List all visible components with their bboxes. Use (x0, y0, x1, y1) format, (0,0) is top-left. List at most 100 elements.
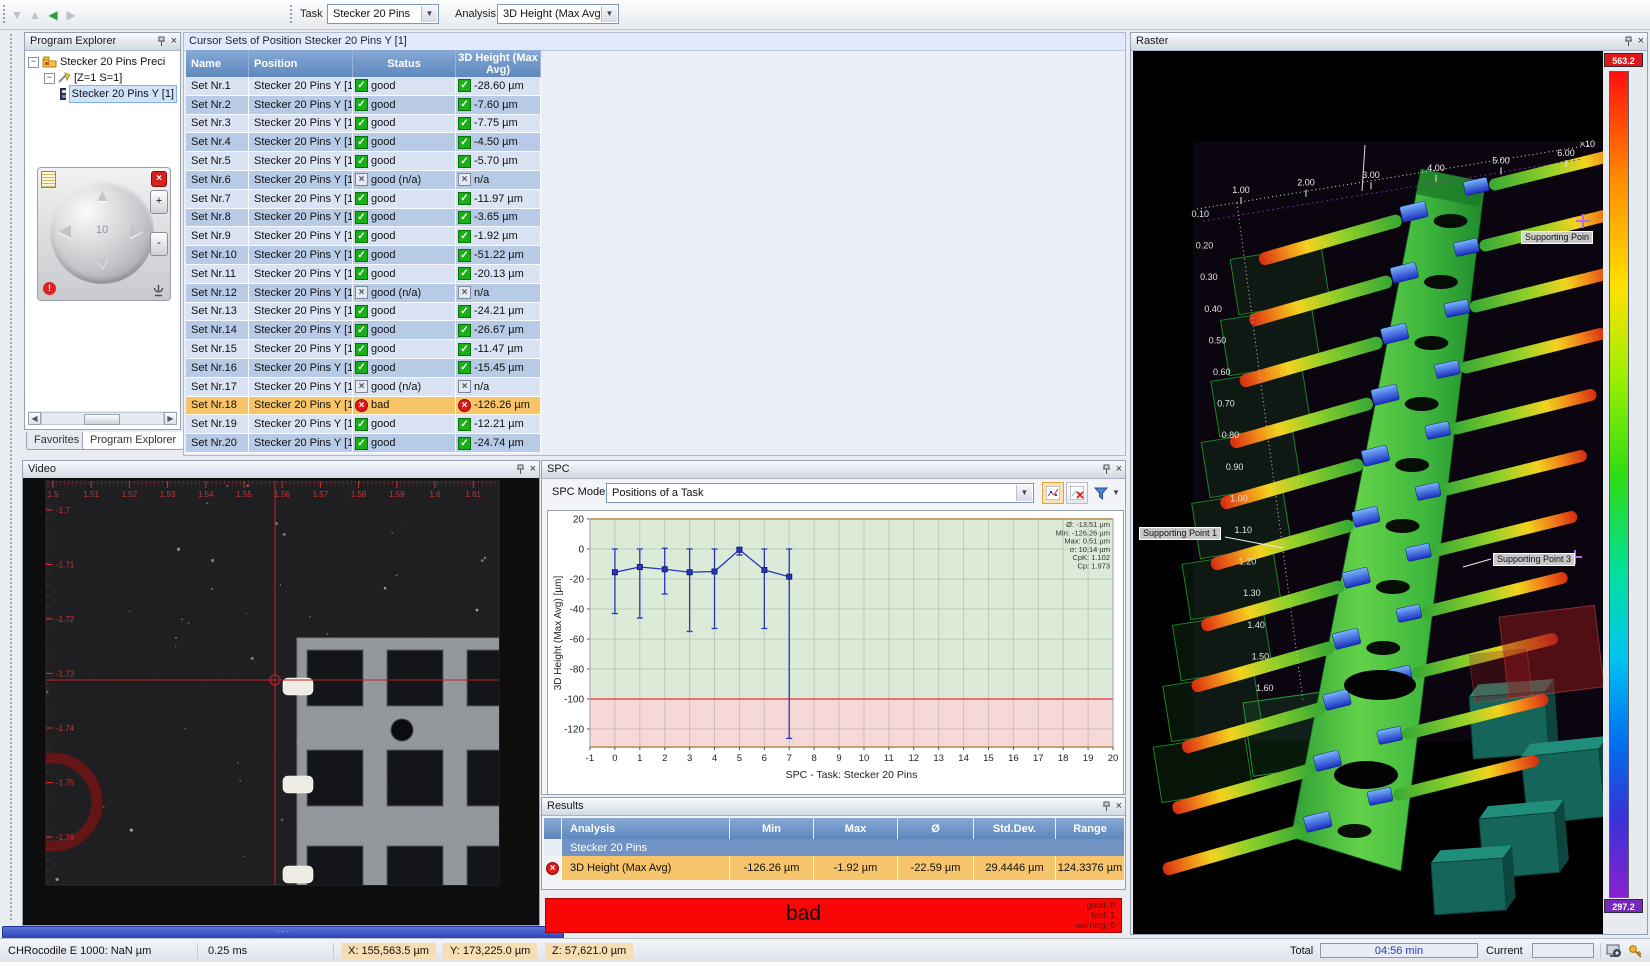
tree-item-program[interactable]: − Stecker 20 Pins Preci (28, 54, 177, 70)
raster-3d-viewport[interactable]: 1.002.003.004.005.006.00×100.100.200.300… (1133, 51, 1603, 934)
pin-icon[interactable] (1102, 801, 1111, 812)
table-row[interactable]: Set Nr.6Stecker 20 Pins Y [1]×good (n/a)… (186, 171, 541, 190)
check-icon: ✓ (355, 249, 368, 262)
table-row[interactable]: Set Nr.4Stecker 20 Pins Y [1]✓good✓-4.50… (186, 133, 541, 152)
close-icon[interactable]: × (1638, 35, 1644, 47)
pin-icon[interactable] (157, 36, 166, 47)
error-icon: × (546, 862, 559, 875)
tab-favorites[interactable]: Favorites (26, 432, 87, 450)
check-icon: ✓ (355, 79, 368, 92)
scroll-thumb[interactable] (84, 414, 120, 425)
table-row[interactable]: Set Nr.3Stecker 20 Pins Y [1]✓good✓-7.75… (186, 115, 541, 134)
table-row[interactable]: Set Nr.19Stecker 20 Pins Y [1]✓good✓-12.… (186, 415, 541, 434)
spc-clear-chart-button[interactable] (1066, 482, 1088, 504)
svg-text:20: 20 (1108, 753, 1119, 764)
table-row[interactable]: Set Nr.17Stecker 20 Pins Y [1]×good (n/a… (186, 378, 541, 397)
chevron-down-icon[interactable]: ▼ (1112, 488, 1120, 497)
table-row[interactable]: Set Nr.11Stecker 20 Pins Y [1]✓good✓-20.… (186, 265, 541, 284)
results-row[interactable]: ×3D Height (Max Avg)-126.26 µm-1.92 µm-2… (544, 856, 1125, 880)
table-row[interactable]: Set Nr.15Stecker 20 Pins Y [1]✓good✓-11.… (186, 340, 541, 359)
column-header-status[interactable]: Status (353, 50, 456, 77)
supporting-point-3-label[interactable]: Supporting Point 3 (1493, 553, 1575, 566)
set-position: Stecker 20 Pins Y [1] (249, 133, 353, 152)
arrow-down-button[interactable]: ▼ (8, 6, 26, 24)
results-group-row[interactable]: Stecker 20 Pins (544, 839, 1125, 856)
raster-titlebar: Raster × (1131, 33, 1647, 51)
set-status: good (n/a) (371, 174, 421, 186)
chevron-down-icon[interactable]: ▼ (421, 6, 437, 22)
check-icon: ✓ (355, 136, 368, 149)
set-value: -11.47 µm (474, 343, 523, 355)
table-row[interactable]: Set Nr.18Stecker 20 Pins Y [1]×bad×-126.… (186, 397, 541, 416)
step-decrease-button[interactable]: - (150, 232, 168, 256)
jog-up-button[interactable]: ▲ (94, 186, 111, 206)
task-select[interactable]: Stecker 20 Pins ▼ (327, 4, 439, 24)
chevron-down-icon[interactable]: ▼ (601, 6, 617, 22)
key-icon[interactable] (1628, 943, 1644, 959)
tree-item-position[interactable]: − [Z=1 S=1] (28, 70, 177, 86)
stop-icon[interactable]: ! (43, 282, 56, 295)
arrow-up-button[interactable]: ▲ (26, 6, 44, 24)
scroll-left-icon[interactable]: ◀ (28, 412, 41, 425)
tree-expander-icon[interactable]: − (44, 73, 55, 84)
table-row[interactable]: Set Nr.2Stecker 20 Pins Y [1]✓good✓-7.60… (186, 96, 541, 115)
tree-expander-icon[interactable]: − (28, 57, 39, 68)
column-header-name[interactable]: Name (186, 50, 249, 77)
svg-text:3: 3 (687, 753, 692, 764)
table-row[interactable]: Set Nr.10Stecker 20 Pins Y [1]✓good✓-51.… (186, 246, 541, 265)
close-icon[interactable]: × (1116, 463, 1122, 475)
check-icon: ✓ (355, 418, 368, 431)
tab-program-explorer[interactable]: Program Explorer (82, 432, 184, 450)
table-row[interactable]: Set Nr.12Stecker 20 Pins Y [1]×good (n/a… (186, 284, 541, 303)
close-icon[interactable]: × (1116, 800, 1122, 812)
table-row[interactable]: Set Nr.8Stecker 20 Pins Y [1]✓good✓-3.65… (186, 209, 541, 228)
jog-down-button[interactable]: ▼ (94, 254, 111, 274)
svg-text:6.00: 6.00 (1557, 148, 1575, 158)
notes-icon[interactable] (41, 171, 56, 188)
folder-icon (42, 56, 57, 68)
close-joystick-icon[interactable]: × (151, 171, 167, 187)
arrow-left-button[interactable]: ◀ (44, 6, 62, 24)
scroll-right-icon[interactable]: ▶ (164, 412, 177, 425)
pin-icon[interactable] (516, 464, 525, 475)
arrow-right-button[interactable]: ▶ (62, 6, 80, 24)
filter-icon[interactable] (1090, 482, 1112, 504)
table-row[interactable]: Set Nr.7Stecker 20 Pins Y [1]✓good✓-11.9… (186, 190, 541, 209)
tree-item-cursor-set[interactable]: Stecker 20 Pins Y [1] (28, 86, 177, 102)
camera-settings-icon[interactable] (1606, 943, 1622, 959)
svg-text:×10: ×10 (1580, 139, 1595, 149)
column-header-position[interactable]: Position (249, 50, 353, 77)
table-row[interactable]: Set Nr.5Stecker 20 Pins Y [1]✓good✓-5.70… (186, 152, 541, 171)
set-value: -24.21 µm (474, 305, 524, 317)
set-status: good (371, 418, 395, 430)
table-row[interactable]: Set Nr.16Stecker 20 Pins Y [1]✓good✓-15.… (186, 359, 541, 378)
dock-probe-icon[interactable] (152, 284, 165, 297)
table-body: Set Nr.1Stecker 20 Pins Y [1]✓good✓-28.6… (186, 77, 541, 453)
pin-icon[interactable] (1102, 464, 1111, 475)
table-row[interactable]: Set Nr.20Stecker 20 Pins Y [1]✓good✓-24.… (186, 434, 541, 453)
svg-text:1.20: 1.20 (1239, 557, 1257, 567)
chevron-down-icon[interactable]: ▼ (1016, 485, 1032, 501)
svg-text:19: 19 (1083, 753, 1094, 764)
step-increase-button[interactable]: + (150, 190, 168, 214)
spc-chart-button[interactable] (1042, 482, 1064, 504)
table-row[interactable]: Set Nr.14Stecker 20 Pins Y [1]✓good✓-26.… (186, 321, 541, 340)
supporting-point-2-label[interactable]: Supporting Poin (1521, 231, 1593, 244)
svg-text:1.10: 1.10 (1234, 525, 1252, 535)
explorer-hscrollbar[interactable]: ◀ ▶ (28, 411, 177, 425)
set-position: Stecker 20 Pins Y [1] (249, 415, 353, 434)
column-header-value[interactable]: 3D Height (Max Avg) (456, 50, 541, 77)
table-row[interactable]: Set Nr.1Stecker 20 Pins Y [1]✓good✓-28.6… (186, 77, 541, 96)
close-icon[interactable]: × (530, 463, 536, 475)
supporting-point-1-label[interactable]: Supporting Point 1 (1139, 527, 1221, 540)
close-icon[interactable]: × (171, 35, 177, 47)
set-status: good (371, 249, 395, 261)
analysis-select[interactable]: 3D Height (Max Avg) ▼ (497, 4, 619, 24)
svg-text:10: 10 (859, 753, 870, 764)
table-row[interactable]: Set Nr.9Stecker 20 Pins Y [1]✓good✓-1.92… (186, 227, 541, 246)
pin-icon[interactable] (1624, 36, 1633, 47)
video-live-image[interactable]: 1.51.511.521.531.541.551.561.571.581.591… (23, 478, 539, 925)
svg-text:1.00: 1.00 (1230, 493, 1248, 503)
spc-mode-select[interactable]: Positions of a Task ▼ (606, 483, 1034, 503)
table-row[interactable]: Set Nr.13Stecker 20 Pins Y [1]✓good✓-24.… (186, 303, 541, 322)
